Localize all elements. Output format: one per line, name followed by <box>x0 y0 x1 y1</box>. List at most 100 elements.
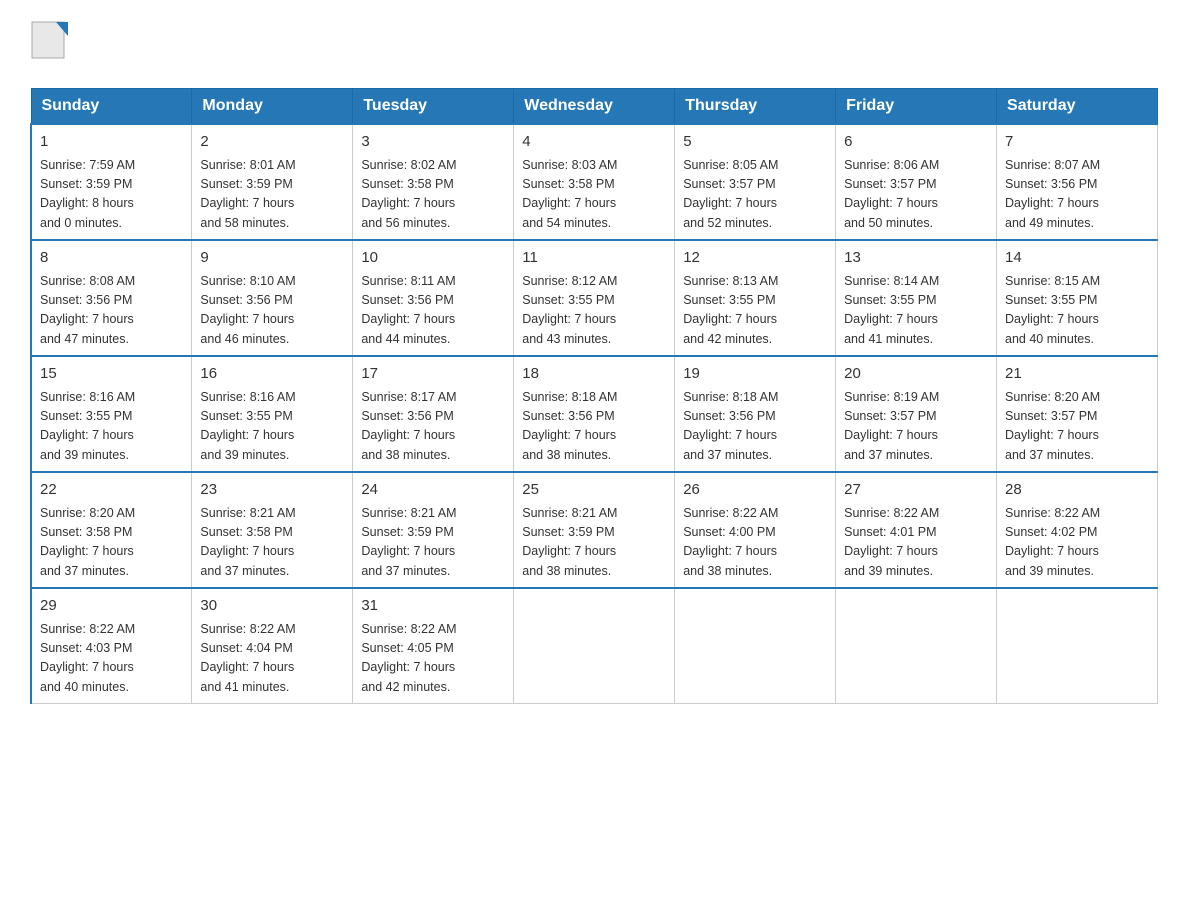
column-header-sunday: Sunday <box>31 89 192 125</box>
calendar-week-row: 22 Sunrise: 8:20 AM Sunset: 3:58 PM Dayl… <box>31 472 1158 588</box>
calendar-cell: 29 Sunrise: 8:22 AM Sunset: 4:03 PM Dayl… <box>31 588 192 704</box>
calendar-cell: 2 Sunrise: 8:01 AM Sunset: 3:59 PM Dayli… <box>192 124 353 240</box>
column-header-friday: Friday <box>836 89 997 125</box>
day-info: Sunrise: 8:12 AM Sunset: 3:55 PM Dayligh… <box>522 272 666 350</box>
day-info: Sunrise: 8:11 AM Sunset: 3:56 PM Dayligh… <box>361 272 505 350</box>
calendar-cell: 9 Sunrise: 8:10 AM Sunset: 3:56 PM Dayli… <box>192 240 353 356</box>
day-info: Sunrise: 8:17 AM Sunset: 3:56 PM Dayligh… <box>361 388 505 466</box>
day-info: Sunrise: 8:21 AM Sunset: 3:59 PM Dayligh… <box>522 504 666 582</box>
day-info: Sunrise: 8:18 AM Sunset: 3:56 PM Dayligh… <box>522 388 666 466</box>
day-info: Sunrise: 8:22 AM Sunset: 4:03 PM Dayligh… <box>40 620 183 698</box>
calendar-cell: 5 Sunrise: 8:05 AM Sunset: 3:57 PM Dayli… <box>675 124 836 240</box>
day-number: 10 <box>361 247 505 270</box>
day-number: 31 <box>361 595 505 618</box>
day-info: Sunrise: 8:02 AM Sunset: 3:58 PM Dayligh… <box>361 156 505 234</box>
column-header-thursday: Thursday <box>675 89 836 125</box>
calendar-cell: 14 Sunrise: 8:15 AM Sunset: 3:55 PM Dayl… <box>997 240 1158 356</box>
calendar-week-row: 29 Sunrise: 8:22 AM Sunset: 4:03 PM Dayl… <box>31 588 1158 704</box>
day-number: 2 <box>200 131 344 154</box>
calendar-cell: 31 Sunrise: 8:22 AM Sunset: 4:05 PM Dayl… <box>353 588 514 704</box>
calendar-cell: 18 Sunrise: 8:18 AM Sunset: 3:56 PM Dayl… <box>514 356 675 472</box>
day-info: Sunrise: 8:06 AM Sunset: 3:57 PM Dayligh… <box>844 156 988 234</box>
calendar-cell <box>514 588 675 704</box>
calendar-cell: 28 Sunrise: 8:22 AM Sunset: 4:02 PM Dayl… <box>997 472 1158 588</box>
day-info: Sunrise: 8:22 AM Sunset: 4:00 PM Dayligh… <box>683 504 827 582</box>
calendar-cell: 13 Sunrise: 8:14 AM Sunset: 3:55 PM Dayl… <box>836 240 997 356</box>
calendar-cell: 25 Sunrise: 8:21 AM Sunset: 3:59 PM Dayl… <box>514 472 675 588</box>
day-info: Sunrise: 8:10 AM Sunset: 3:56 PM Dayligh… <box>200 272 344 350</box>
calendar-cell: 10 Sunrise: 8:11 AM Sunset: 3:56 PM Dayl… <box>353 240 514 356</box>
day-info: Sunrise: 8:08 AM Sunset: 3:56 PM Dayligh… <box>40 272 183 350</box>
page-header <box>30 20 1158 68</box>
day-number: 7 <box>1005 131 1149 154</box>
calendar-header-row: SundayMondayTuesdayWednesdayThursdayFrid… <box>31 89 1158 125</box>
day-number: 17 <box>361 363 505 386</box>
day-info: Sunrise: 8:20 AM Sunset: 3:57 PM Dayligh… <box>1005 388 1149 466</box>
calendar-cell: 20 Sunrise: 8:19 AM Sunset: 3:57 PM Dayl… <box>836 356 997 472</box>
logo <box>30 20 72 68</box>
day-number: 24 <box>361 479 505 502</box>
day-number: 13 <box>844 247 988 270</box>
calendar-cell: 4 Sunrise: 8:03 AM Sunset: 3:58 PM Dayli… <box>514 124 675 240</box>
day-number: 1 <box>40 131 183 154</box>
calendar-cell <box>997 588 1158 704</box>
day-number: 14 <box>1005 247 1149 270</box>
calendar-cell: 26 Sunrise: 8:22 AM Sunset: 4:00 PM Dayl… <box>675 472 836 588</box>
day-info: Sunrise: 8:13 AM Sunset: 3:55 PM Dayligh… <box>683 272 827 350</box>
calendar-cell <box>836 588 997 704</box>
day-number: 5 <box>683 131 827 154</box>
column-header-saturday: Saturday <box>997 89 1158 125</box>
day-number: 26 <box>683 479 827 502</box>
day-number: 19 <box>683 363 827 386</box>
column-header-tuesday: Tuesday <box>353 89 514 125</box>
day-number: 30 <box>200 595 344 618</box>
day-info: Sunrise: 8:20 AM Sunset: 3:58 PM Dayligh… <box>40 504 183 582</box>
day-info: Sunrise: 8:15 AM Sunset: 3:55 PM Dayligh… <box>1005 272 1149 350</box>
column-header-monday: Monday <box>192 89 353 125</box>
calendar-cell: 17 Sunrise: 8:17 AM Sunset: 3:56 PM Dayl… <box>353 356 514 472</box>
day-number: 27 <box>844 479 988 502</box>
day-info: Sunrise: 8:14 AM Sunset: 3:55 PM Dayligh… <box>844 272 988 350</box>
calendar-cell: 23 Sunrise: 8:21 AM Sunset: 3:58 PM Dayl… <box>192 472 353 588</box>
calendar-cell: 3 Sunrise: 8:02 AM Sunset: 3:58 PM Dayli… <box>353 124 514 240</box>
day-info: Sunrise: 8:01 AM Sunset: 3:59 PM Dayligh… <box>200 156 344 234</box>
calendar-cell: 24 Sunrise: 8:21 AM Sunset: 3:59 PM Dayl… <box>353 472 514 588</box>
day-info: Sunrise: 8:07 AM Sunset: 3:56 PM Dayligh… <box>1005 156 1149 234</box>
calendar-week-row: 8 Sunrise: 8:08 AM Sunset: 3:56 PM Dayli… <box>31 240 1158 356</box>
day-number: 11 <box>522 247 666 270</box>
day-number: 6 <box>844 131 988 154</box>
calendar-cell: 12 Sunrise: 8:13 AM Sunset: 3:55 PM Dayl… <box>675 240 836 356</box>
day-number: 18 <box>522 363 666 386</box>
calendar-cell: 30 Sunrise: 8:22 AM Sunset: 4:04 PM Dayl… <box>192 588 353 704</box>
day-number: 9 <box>200 247 344 270</box>
day-number: 4 <box>522 131 666 154</box>
day-info: Sunrise: 8:22 AM Sunset: 4:01 PM Dayligh… <box>844 504 988 582</box>
logo-icon <box>30 20 72 68</box>
day-number: 3 <box>361 131 505 154</box>
calendar-cell: 6 Sunrise: 8:06 AM Sunset: 3:57 PM Dayli… <box>836 124 997 240</box>
day-number: 8 <box>40 247 183 270</box>
calendar-cell: 7 Sunrise: 8:07 AM Sunset: 3:56 PM Dayli… <box>997 124 1158 240</box>
day-number: 25 <box>522 479 666 502</box>
calendar-week-row: 15 Sunrise: 8:16 AM Sunset: 3:55 PM Dayl… <box>31 356 1158 472</box>
calendar-cell: 15 Sunrise: 8:16 AM Sunset: 3:55 PM Dayl… <box>31 356 192 472</box>
day-number: 21 <box>1005 363 1149 386</box>
day-number: 22 <box>40 479 183 502</box>
day-number: 16 <box>200 363 344 386</box>
day-number: 23 <box>200 479 344 502</box>
day-number: 15 <box>40 363 183 386</box>
day-info: Sunrise: 8:05 AM Sunset: 3:57 PM Dayligh… <box>683 156 827 234</box>
calendar-cell <box>675 588 836 704</box>
calendar-table: SundayMondayTuesdayWednesdayThursdayFrid… <box>30 88 1158 704</box>
day-info: Sunrise: 8:22 AM Sunset: 4:04 PM Dayligh… <box>200 620 344 698</box>
calendar-cell: 16 Sunrise: 8:16 AM Sunset: 3:55 PM Dayl… <box>192 356 353 472</box>
calendar-cell: 27 Sunrise: 8:22 AM Sunset: 4:01 PM Dayl… <box>836 472 997 588</box>
day-info: Sunrise: 8:16 AM Sunset: 3:55 PM Dayligh… <box>40 388 183 466</box>
calendar-cell: 19 Sunrise: 8:18 AM Sunset: 3:56 PM Dayl… <box>675 356 836 472</box>
day-number: 28 <box>1005 479 1149 502</box>
day-info: Sunrise: 7:59 AM Sunset: 3:59 PM Dayligh… <box>40 156 183 234</box>
day-info: Sunrise: 8:16 AM Sunset: 3:55 PM Dayligh… <box>200 388 344 466</box>
calendar-week-row: 1 Sunrise: 7:59 AM Sunset: 3:59 PM Dayli… <box>31 124 1158 240</box>
column-header-wednesday: Wednesday <box>514 89 675 125</box>
day-info: Sunrise: 8:19 AM Sunset: 3:57 PM Dayligh… <box>844 388 988 466</box>
